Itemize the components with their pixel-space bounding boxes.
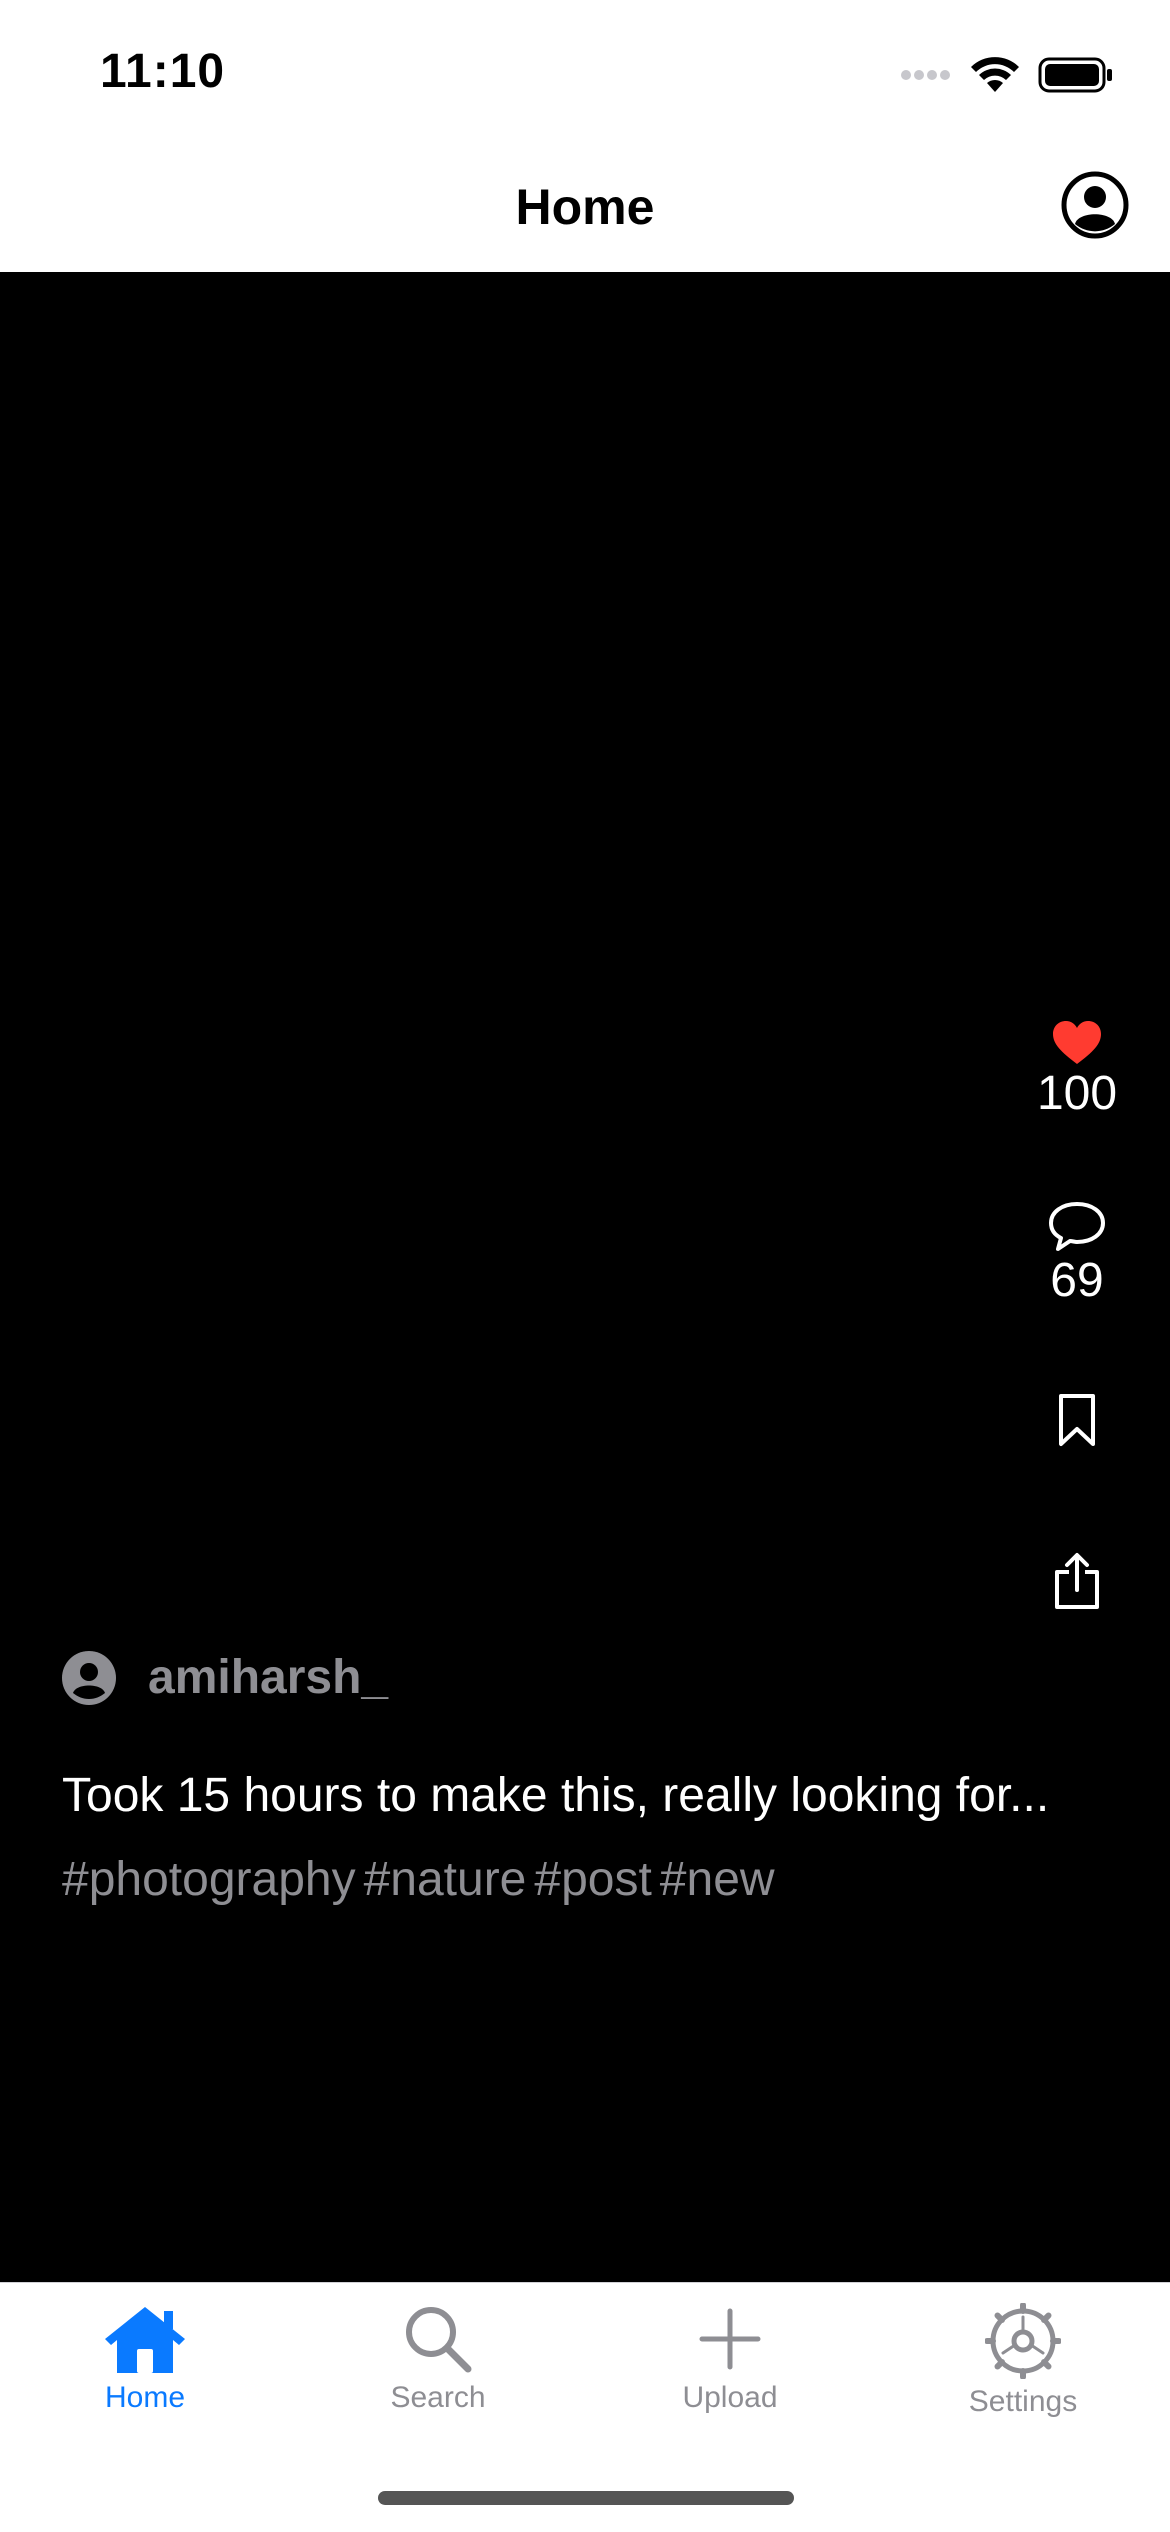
hashtag[interactable]: #nature xyxy=(364,1852,527,1907)
profile-button[interactable] xyxy=(1060,170,1130,240)
video-feed[interactable] xyxy=(0,272,1170,2282)
status-time: 11:10 xyxy=(100,45,226,98)
tab-label: Home xyxy=(104,2381,186,2414)
navigation-bar: Home xyxy=(0,140,1170,272)
tab-label: Search xyxy=(390,2381,486,2414)
speech-bubble-icon xyxy=(1049,1202,1105,1251)
hashtag[interactable]: #new xyxy=(660,1852,775,1907)
wifi-icon xyxy=(971,57,1019,92)
home-indicator[interactable] xyxy=(378,2491,794,2505)
magnifier-icon xyxy=(406,2307,472,2373)
like-count: 100 xyxy=(1036,1067,1118,1120)
comment-count: 69 xyxy=(1050,1254,1104,1307)
status-icons xyxy=(900,50,1114,100)
tab-settings[interactable]: Settings xyxy=(923,2303,1123,2419)
status-bar: 11:10 xyxy=(0,0,1170,140)
hashtag[interactable]: #post xyxy=(534,1852,651,1907)
share-button[interactable] xyxy=(1053,1552,1101,1610)
tab-home[interactable]: Home xyxy=(45,2303,245,2415)
avatar-icon xyxy=(62,1650,116,1705)
cellular-signal-icon xyxy=(901,70,950,80)
page-title: Home xyxy=(515,179,655,235)
author-username[interactable]: amiharsh_ xyxy=(148,1650,388,1705)
author-row[interactable]: amiharsh_ xyxy=(62,1650,388,1705)
tab-upload[interactable]: Upload xyxy=(630,2303,830,2415)
action-rail: 100 69 xyxy=(1012,1020,1142,1610)
gear-icon xyxy=(985,2303,1061,2379)
tab-label: Settings xyxy=(968,2385,1078,2418)
bookmark-button[interactable] xyxy=(1058,1393,1096,1447)
comment-button[interactable]: 69 xyxy=(1048,1201,1106,1308)
plus-icon xyxy=(699,2308,761,2370)
hashtag-list: #photography #nature #post #new xyxy=(62,1852,775,1907)
hashtag[interactable]: #photography xyxy=(62,1852,356,1907)
tab-bar: Home Search Upload Settings xyxy=(0,2282,1170,2532)
like-button[interactable]: 100 xyxy=(1037,1020,1117,1121)
battery-icon xyxy=(1038,57,1112,93)
share-icon xyxy=(1055,1553,1099,1609)
heart-icon xyxy=(1053,1021,1101,1064)
tab-search[interactable]: Search xyxy=(338,2303,538,2415)
person-circle-icon xyxy=(1061,171,1129,239)
post-caption[interactable]: Took 15 hours to make this, really looki… xyxy=(62,1768,1112,1823)
tab-label: Upload xyxy=(682,2381,778,2414)
house-icon xyxy=(105,2307,185,2373)
bookmark-icon xyxy=(1059,1394,1095,1446)
